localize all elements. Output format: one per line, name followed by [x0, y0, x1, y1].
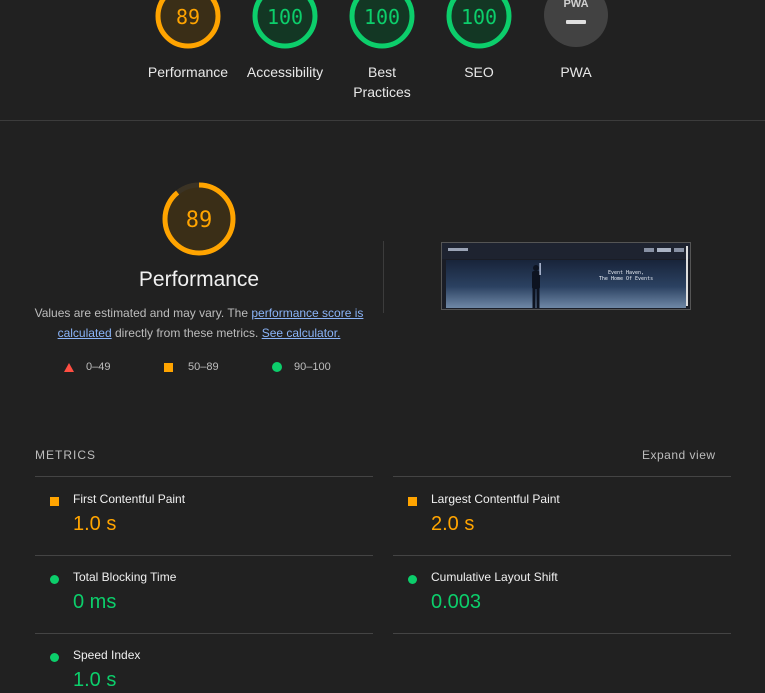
metric-value: 0.003 [431, 591, 482, 613]
pwa-badge-text: PWA [563, 0, 588, 10]
thumb-navbar [442, 243, 690, 259]
thumb-nav-links [644, 248, 684, 252]
gauge-label: Performance [147, 64, 229, 80]
gauge-score: 100 [364, 5, 400, 29]
final-screenshot-thumbnail[interactable]: Event Haven, The Home Of Events [441, 242, 691, 310]
legend-pass: 90–100 [272, 361, 331, 373]
lighthouse-report: 89 Performance 100 Accessibility 100 Bes… [0, 0, 765, 693]
gauge-best-practices[interactable]: 100 Best Practices [332, 0, 432, 102]
legend-range: 0–49 [86, 361, 111, 373]
thumb-logo [448, 248, 468, 251]
pass-circle-icon [50, 653, 59, 662]
performance-title: Performance [138, 268, 260, 291]
legend-range: 90–100 [294, 361, 331, 373]
metrics-divider [35, 555, 373, 556]
performance-score-gauge: 89 [162, 182, 236, 256]
metric-value: 1.0 s [73, 669, 117, 691]
section-divider [0, 120, 765, 121]
person-silhouette-icon [532, 263, 541, 308]
gauge-ring: 100 [252, 0, 318, 49]
vertical-separator [383, 241, 384, 313]
circle-icon [272, 362, 282, 372]
thumb-hero-line: The Home Of Events [598, 276, 654, 282]
metric-name: First Contentful Paint [73, 492, 186, 506]
metric-value: 1.0 s [73, 513, 117, 535]
average-square-icon [408, 497, 417, 506]
triangle-icon [64, 362, 74, 372]
gauge-ring: 100 [349, 0, 415, 49]
metric-speed-index: Speed Index 1.0 s [35, 648, 365, 693]
metric-total-blocking-time: Total Blocking Time 0 ms [35, 570, 365, 640]
metric-name: Speed Index [73, 648, 141, 662]
gauge-seo[interactable]: 100 SEO [429, 0, 529, 82]
thumb-hero-text: Event Haven, The Home Of Events [586, 270, 666, 282]
gauge-label: SEO [464, 64, 494, 80]
metrics-divider [35, 476, 373, 477]
gauge-pwa[interactable]: PWA PWA [526, 0, 626, 82]
gauge-performance[interactable]: 89 Performance [138, 0, 238, 82]
pwa-badge-icon: PWA [544, 0, 608, 47]
metric-largest-contentful-paint: Largest Contentful Paint 2.0 s [393, 492, 723, 562]
metrics-divider [393, 476, 731, 477]
legend-range: 50–89 [188, 361, 219, 373]
gauge-label: Best Practices [353, 64, 411, 100]
gauge-label: PWA [560, 64, 592, 80]
metrics-heading: METRICS [35, 448, 96, 462]
pass-circle-icon [408, 575, 417, 584]
performance-score-value: 89 [186, 208, 213, 233]
metric-name: Largest Contentful Paint [431, 492, 560, 506]
metrics-divider [393, 633, 731, 634]
metric-name: Cumulative Layout Shift [431, 570, 558, 584]
metric-cumulative-layout-shift: Cumulative Layout Shift 0.003 [393, 570, 723, 640]
legend-average: 50–89 [164, 361, 219, 373]
gauge-score: 100 [267, 5, 303, 29]
metrics-divider [35, 633, 373, 634]
metrics-divider [393, 555, 731, 556]
desc-text: directly from these metrics. [111, 326, 262, 340]
expand-view-button[interactable]: Expand view [642, 448, 716, 462]
metric-value: 0 ms [73, 591, 117, 613]
performance-description: Values are estimated and may vary. The p… [34, 303, 364, 343]
metric-name: Total Blocking Time [73, 570, 177, 584]
desc-text: Values are estimated and may vary. The [34, 306, 252, 320]
metric-first-contentful-paint: First Contentful Paint 1.0 s [35, 492, 365, 562]
pass-circle-icon [50, 575, 59, 584]
category-gauges: 89 Performance 100 Accessibility 100 Bes… [0, 0, 765, 120]
legend-fail: 0–49 [64, 361, 110, 373]
average-square-icon [50, 497, 59, 506]
see-calculator-link[interactable]: See calculator. [262, 326, 341, 340]
score-legend: 0–49 50–89 90–100 [0, 361, 400, 377]
square-icon [164, 362, 173, 372]
gauge-score: 100 [461, 5, 497, 29]
gauge-ring: 89 [155, 0, 221, 49]
metric-value: 2.0 s [431, 513, 475, 535]
thumb-scrollbar [686, 246, 688, 306]
gauge-ring: 100 [446, 0, 512, 49]
gauge-accessibility[interactable]: 100 Accessibility [235, 0, 335, 82]
gauge-score: 89 [176, 5, 200, 29]
gauge-label: Accessibility [246, 64, 324, 80]
thumb-hero: Event Haven, The Home Of Events [446, 260, 686, 308]
